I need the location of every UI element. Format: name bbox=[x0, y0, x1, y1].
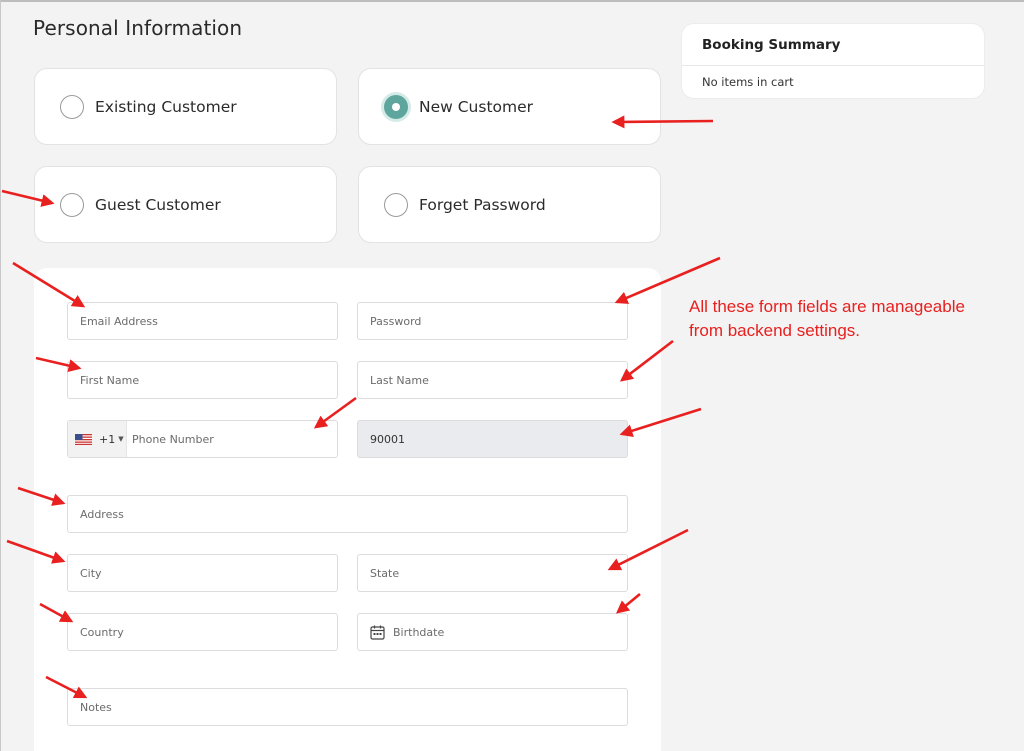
radio-guest-customer[interactable] bbox=[60, 192, 84, 217]
state-field[interactable] bbox=[357, 554, 628, 592]
option-label: Forget Password bbox=[419, 195, 546, 214]
annotation-line-1: All these form fields are manageable bbox=[689, 297, 965, 316]
city-field[interactable] bbox=[67, 554, 338, 592]
option-label: New Customer bbox=[419, 97, 534, 116]
radio-existing-customer[interactable] bbox=[60, 94, 84, 119]
cart-empty-text: No items in cart bbox=[702, 75, 794, 89]
notes-field[interactable] bbox=[67, 688, 628, 726]
country-field[interactable] bbox=[67, 613, 338, 651]
phone-field: +1 ▼ bbox=[67, 420, 338, 458]
radio-new-customer[interactable] bbox=[384, 94, 408, 119]
birthdate-input[interactable] bbox=[385, 614, 627, 650]
page-title: Personal Information bbox=[33, 16, 243, 40]
annotation-line-2: from backend settings. bbox=[689, 321, 861, 340]
first-name-field[interactable] bbox=[67, 361, 338, 399]
annotation-text: All these form fields are manageable fro… bbox=[689, 295, 1009, 343]
option-forget-password[interactable]: Forget Password bbox=[358, 166, 661, 243]
caret-down-icon: ▼ bbox=[118, 435, 124, 443]
booking-summary-title: Booking Summary bbox=[702, 37, 841, 53]
address-field[interactable] bbox=[67, 495, 628, 533]
last-name-field[interactable] bbox=[357, 361, 628, 399]
option-existing-customer[interactable]: Existing Customer bbox=[34, 68, 337, 145]
option-guest-customer[interactable]: Guest Customer bbox=[34, 166, 337, 243]
option-new-customer[interactable]: New Customer bbox=[358, 68, 661, 145]
dial-code: +1 bbox=[99, 432, 116, 446]
country-code-selector[interactable]: +1 ▼ bbox=[68, 421, 127, 457]
option-label: Guest Customer bbox=[95, 195, 221, 214]
zip-code-field[interactable] bbox=[357, 420, 628, 458]
password-field[interactable] bbox=[357, 302, 628, 340]
email-field[interactable] bbox=[67, 302, 338, 340]
phone-number-input[interactable] bbox=[127, 421, 337, 457]
birthdate-field bbox=[357, 613, 628, 651]
calendar-icon[interactable] bbox=[370, 625, 385, 640]
window-top-border bbox=[0, 0, 1024, 2]
booking-summary-card: Booking Summary No items in cart bbox=[681, 23, 985, 99]
us-flag-icon bbox=[75, 433, 92, 445]
window-left-border bbox=[0, 0, 1, 751]
option-label: Existing Customer bbox=[95, 97, 237, 116]
divider bbox=[682, 65, 984, 66]
radio-forget-password[interactable] bbox=[384, 192, 408, 217]
